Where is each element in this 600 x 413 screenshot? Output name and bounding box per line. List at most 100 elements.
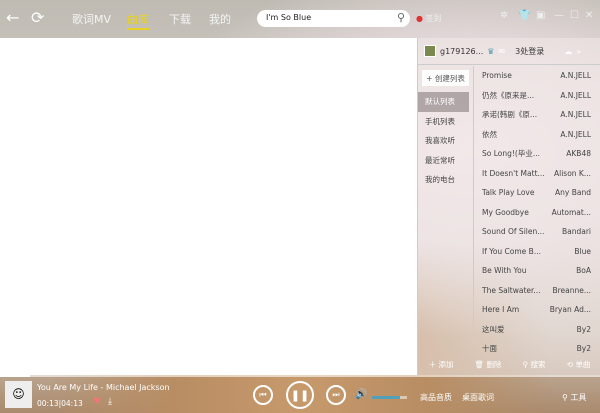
song-artist: Alison K... xyxy=(553,168,591,178)
playlist-item[interactable]: 我喜欢听 xyxy=(418,131,473,151)
song-title: Sound Of Silen... xyxy=(482,227,545,237)
search-input[interactable]: I'm So Blue ⚲ xyxy=(257,10,410,27)
maximize-icon[interactable]: ☐ xyxy=(570,10,579,21)
content-area xyxy=(0,38,417,375)
create-list-button[interactable]: + 创建列表 xyxy=(422,70,469,86)
repeat-icon: ⟲ xyxy=(566,359,573,369)
volume-fill xyxy=(372,396,400,399)
song-artist: Any Band xyxy=(555,188,591,198)
search-icon[interactable]: ⚲ xyxy=(397,11,405,24)
album-cover[interactable]: ☺ xyxy=(5,381,32,408)
volume-icon[interactable]: 🔊 xyxy=(355,389,367,400)
song-artist: Automat... xyxy=(551,207,591,217)
song-artist: By2 xyxy=(576,344,591,354)
song-row[interactable]: Promise A.N.JELL xyxy=(475,66,600,86)
player-bar: ☺ You Are My Life - Michael Jackson 00:1… xyxy=(0,375,600,413)
top-bar: ← ⟳ 歌词MV 曲库 下载 我的 I'm So Blue ⚲ ● 签到 ✲ 👕 … xyxy=(0,0,600,38)
playlist-item[interactable]: 我的电台 xyxy=(418,170,473,190)
song-row[interactable]: The Saltwater... Breanne... xyxy=(475,281,600,301)
mail-icon[interactable]: ✉ xyxy=(498,47,505,56)
song-title: The Saltwater... xyxy=(482,285,541,295)
progress-bar[interactable] xyxy=(0,375,600,377)
song-row[interactable]: 仍然《原来是... A.N.JELL xyxy=(475,86,600,106)
now-playing[interactable]: You Are My Life - Michael Jackson xyxy=(37,383,170,392)
playlist-item[interactable]: 默认列表 xyxy=(418,92,469,112)
close-icon[interactable]: ✕ xyxy=(585,10,593,21)
song-row[interactable]: Sound Of Silen... Bandari xyxy=(475,222,600,242)
username[interactable]: g179126... xyxy=(440,47,483,56)
collapse-icon[interactable]: » xyxy=(576,47,581,56)
song-title: Talk Play Love xyxy=(482,188,535,198)
song-artist: BoA xyxy=(576,266,591,276)
cloud-icon[interactable]: ☁ xyxy=(564,47,572,56)
tab-lyrics-mv[interactable]: 歌词MV xyxy=(72,11,111,27)
song-row[interactable]: My Goodbye Automat... xyxy=(475,203,600,223)
playlist-item[interactable]: 手机列表 xyxy=(418,112,473,132)
progress-fill xyxy=(0,375,30,377)
search-icon: ⚲ xyxy=(522,359,529,369)
mini-mode-icon[interactable]: ▣ xyxy=(536,10,545,21)
playlist-panel: g179126... ♛ ✉ 3处登录 ☁ » + 创建列表 默认列表 手机列表… xyxy=(417,38,600,375)
song-row[interactable]: Talk Play Love Any Band xyxy=(475,183,600,203)
minimize-icon[interactable]: — xyxy=(554,10,564,21)
panel-actions: ＋ 添加 🗑 删除 ⚲ 搜索 ⟲ 单曲 xyxy=(418,353,600,375)
song-title: So Long!(毕业... xyxy=(482,149,540,159)
song-artist: Bandari xyxy=(561,227,591,237)
song-row[interactable]: So Long!(毕业... AKB48 xyxy=(475,144,600,164)
song-title: Promise xyxy=(482,71,512,81)
play-time: 00:13|04:13 xyxy=(37,399,83,408)
vip-icon: ♛ xyxy=(487,46,495,56)
song-artist: A.N.JELL xyxy=(560,129,591,139)
play-mode-button[interactable]: ⟲ 单曲 xyxy=(567,359,591,370)
trash-icon: 🗑 xyxy=(474,359,485,369)
song-title: 这叫爱 xyxy=(482,324,505,334)
shirt-icon[interactable]: 👕 xyxy=(518,10,530,21)
song-row[interactable]: 这叫爱 By2 xyxy=(475,320,600,340)
quality-button[interactable]: 高品音质 xyxy=(420,392,452,403)
pause-button[interactable]: ❚❚ xyxy=(286,381,314,409)
checkin-button[interactable]: ● 签到 xyxy=(416,13,442,24)
song-list: Promise A.N.JELL 仍然《原来是... A.N.JELL 承诺(韩剧《原.… xyxy=(475,66,600,359)
tab-download[interactable]: 下载 xyxy=(169,11,191,27)
user-bar: g179126... ♛ ✉ 3处登录 ☁ » xyxy=(418,38,600,65)
checkin-icon: ● xyxy=(416,14,423,23)
skin-icon[interactable]: ✲ xyxy=(500,10,508,21)
download-icon[interactable]: ⤓ xyxy=(108,397,112,407)
next-button[interactable]: ⏭ xyxy=(326,385,346,405)
previous-button[interactable]: ⏮ xyxy=(253,385,273,405)
search-value: I'm So Blue xyxy=(266,13,312,22)
song-title: Here I Am xyxy=(482,305,520,315)
search-button[interactable]: ⚲ 搜索 xyxy=(523,359,546,370)
tools-icon: ⚲ xyxy=(562,393,568,402)
song-row[interactable]: It Doesn't Matt... Alison K... xyxy=(475,164,600,184)
avatar[interactable] xyxy=(424,45,436,57)
song-artist: Bryan Ad... xyxy=(549,305,591,315)
desktop-lyrics-button[interactable]: 桌面歌词 xyxy=(462,392,494,403)
song-artist: Blue xyxy=(574,246,591,256)
song-title: It Doesn't Matt... xyxy=(482,168,545,178)
song-row[interactable]: Here I Am Bryan Ad... xyxy=(475,300,600,320)
song-row[interactable]: Be With You BoA xyxy=(475,261,600,281)
playlist-item[interactable]: 最近常听 xyxy=(418,151,473,171)
tools-button[interactable]: ⚲ 工具 xyxy=(562,392,586,403)
song-artist: AKB48 xyxy=(566,149,591,159)
refresh-icon[interactable]: ⟳ xyxy=(31,8,44,27)
delete-button[interactable]: 🗑 删除 xyxy=(475,359,502,370)
song-title: My Goodbye xyxy=(482,207,529,217)
tab-mine[interactable]: 我的 xyxy=(209,11,231,27)
plus-icon: ＋ xyxy=(428,359,437,369)
like-icon[interactable]: ♥ xyxy=(93,397,101,407)
song-artist: By2 xyxy=(576,324,591,334)
song-title: 依然 xyxy=(482,129,497,139)
song-title: 仍然《原来是... xyxy=(482,90,535,100)
tab-library[interactable]: 曲库 xyxy=(127,11,149,30)
song-row[interactable]: 承诺(韩剧《原... A.N.JELL xyxy=(475,105,600,125)
volume-slider[interactable] xyxy=(372,396,407,399)
add-button[interactable]: ＋ 添加 xyxy=(429,359,454,370)
song-artist: Breanne... xyxy=(552,285,591,295)
login-status[interactable]: 3处登录 xyxy=(515,46,544,57)
song-title: 承诺(韩剧《原... xyxy=(482,110,538,120)
song-row[interactable]: 依然 A.N.JELL xyxy=(475,125,600,145)
song-row[interactable]: If You Come B... Blue xyxy=(475,242,600,262)
back-icon[interactable]: ← xyxy=(6,8,19,27)
